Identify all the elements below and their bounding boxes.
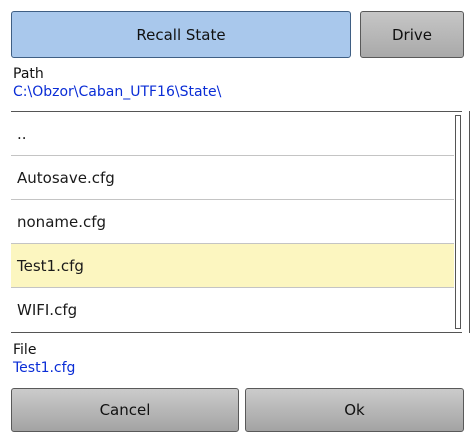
list-right-border	[469, 111, 470, 333]
ok-button[interactable]: Ok	[245, 388, 464, 432]
file-name-value: Test1.cfg	[13, 360, 76, 376]
file-name: ..	[17, 124, 27, 143]
file-list[interactable]: .. Autosave.cfg noname.cfg Test1.cfg WIF…	[11, 111, 462, 333]
file-list-scrollbar[interactable]	[455, 115, 461, 329]
file-name: noname.cfg	[17, 212, 107, 231]
file-name: WIFI.cfg	[17, 301, 78, 319]
file-list-item-wifi[interactable]: WIFI.cfg	[11, 288, 454, 332]
path-value: C:\Obzor\Caban_UTF16\State\	[13, 84, 222, 100]
path-caption: Path	[13, 66, 44, 82]
file-name: Autosave.cfg	[17, 168, 115, 187]
recall-state-title-label: Recall State	[136, 25, 226, 44]
file-name: Test1.cfg	[17, 256, 84, 275]
drive-button-label: Drive	[392, 25, 432, 44]
cancel-button[interactable]: Cancel	[11, 388, 239, 432]
ok-button-label: Ok	[344, 401, 365, 419]
drive-button[interactable]: Drive	[360, 11, 464, 58]
recall-state-dialog: Recall State Drive Path C:\Obzor\Caban_U…	[0, 0, 471, 432]
file-list-item-test1[interactable]: Test1.cfg	[11, 244, 454, 288]
cancel-button-label: Cancel	[99, 401, 151, 419]
file-list-item-noname[interactable]: noname.cfg	[11, 200, 454, 244]
file-caption: File	[13, 342, 37, 358]
file-list-item-parent-dir[interactable]: ..	[11, 112, 454, 156]
recall-state-title-button[interactable]: Recall State	[11, 11, 351, 58]
file-list-item-autosave[interactable]: Autosave.cfg	[11, 156, 454, 200]
